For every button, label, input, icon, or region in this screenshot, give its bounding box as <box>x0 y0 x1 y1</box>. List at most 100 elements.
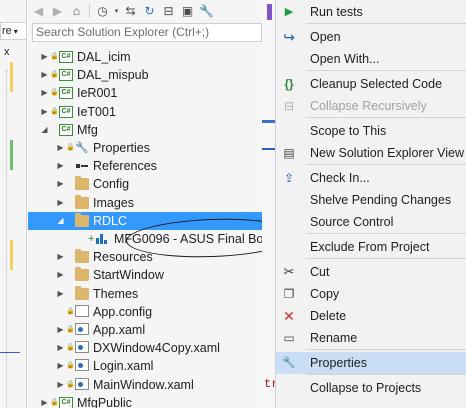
xaml-file-icon <box>75 359 89 372</box>
tree-item-label: Properties <box>93 141 150 155</box>
menu-item-label: Exclude From Project <box>310 240 430 254</box>
menu-item-exclude-from-project[interactable]: Exclude From Project <box>276 236 466 258</box>
lock-icon: 🔒 <box>50 89 59 97</box>
tree-item[interactable]: ▶ 🔒 C# MfgPublic <box>28 394 262 408</box>
tree-item[interactable]: ▶ Images <box>44 194 262 212</box>
menu-item-shelve-pending-changes[interactable]: Shelve Pending Changes <box>276 189 466 211</box>
home-icon[interactable]: ⌂ <box>68 3 85 20</box>
show-all-files-icon[interactable]: ▣ <box>179 3 196 20</box>
csharp-project-icon: C# <box>59 51 73 63</box>
tree-item-label: MainWindow.xaml <box>93 377 194 392</box>
open-arrow-icon: ↪ <box>283 29 295 45</box>
menu-item-label: Properties <box>310 356 367 370</box>
lock-icon: 🔒 <box>66 307 75 315</box>
menu-item-run-tests[interactable]: ▶ Run tests <box>276 1 466 23</box>
expand-arrow-icon[interactable]: ▶ <box>56 339 65 357</box>
change-marker-green <box>10 140 13 170</box>
vs-badge <box>267 4 272 20</box>
menu-item-label: Cut <box>310 265 330 279</box>
tree-item[interactable]: ▶ Config <box>44 175 262 193</box>
menu-item-scope-to-this[interactable]: Scope to This <box>276 120 466 142</box>
tree-item[interactable]: ▶ 🔒 App.xaml <box>44 321 262 339</box>
tree-item[interactable]: 🔒 App.config <box>44 303 262 321</box>
search-input[interactable]: Search Solution Explorer (Ctrl+;) <box>32 23 262 42</box>
expand-arrow-icon[interactable]: ▶ <box>56 376 65 394</box>
expand-arrow-icon[interactable]: ▶ <box>40 394 49 408</box>
csharp-project-icon: C# <box>59 69 73 82</box>
tree-item[interactable]: ▶ 🔒 C# IeR001 <box>28 84 262 102</box>
tree-item[interactable]: ◢ RDLC <box>28 211 262 230</box>
expand-arrow-icon[interactable]: ▶ <box>40 48 49 66</box>
wrench-icon[interactable]: 🔧 <box>198 3 215 20</box>
menu-item-collapse-to-projects[interactable]: Collapse to Projects <box>276 377 466 399</box>
menu-item-source-control[interactable]: Source Control <box>276 211 466 233</box>
tree-item[interactable]: ▶ Resources <box>44 248 262 266</box>
refresh-icon[interactable]: ↻ <box>141 3 158 20</box>
expand-arrow-icon[interactable]: ▶ <box>56 285 65 303</box>
menu-item-check-in[interactable]: ⇪ Check In... <box>276 167 466 189</box>
folder-icon <box>75 194 89 209</box>
tree-item[interactable]: ▶ 🔒 C# IeT001 <box>28 103 262 121</box>
menu-item-delete[interactable]: ✕ Delete <box>276 305 466 327</box>
menu-item-cut[interactable]: ✂ Cut <box>276 261 466 283</box>
expand-arrow-icon[interactable]: ▶ <box>40 103 49 121</box>
tree-item[interactable]: ◢ C# Mfg <box>28 121 262 139</box>
expand-arrow-icon[interactable]: ▶ <box>56 157 65 175</box>
menu-item-new-solution-explorer-view[interactable]: ▤ New Solution Explorer View <box>276 142 466 164</box>
tree-item[interactable]: ▶ 🔒 C# DAL_mispub <box>28 66 262 84</box>
tree-item[interactable]: + MFG0096 - ASUS Final Bo <box>28 230 263 248</box>
expand-arrow-icon[interactable]: ▶ <box>56 175 65 193</box>
expanded-arrow-icon[interactable]: ◢ <box>40 121 49 139</box>
tree-item[interactable]: ▶ 🔒 🔧 Properties <box>44 139 262 157</box>
solution-explorer-toolbar: ◀ ▶ ⌂ ◷ ▾ ⇆ ↻ ⊟ ▣ 🔧 <box>28 0 262 22</box>
tree-item[interactable]: ▶ 🔒 C# DAL_icim <box>28 48 262 66</box>
lock-icon: 🔒 <box>50 398 59 406</box>
expand-arrow-icon[interactable]: ▶ <box>56 357 65 375</box>
history-icon[interactable]: ◷ <box>94 3 111 20</box>
lock-icon: 🔒 <box>50 53 59 60</box>
menu-item-label: Rename <box>310 331 358 345</box>
expand-arrow-icon[interactable]: ▶ <box>40 84 49 102</box>
menu-item-open-with[interactable]: Open With... <box>276 48 466 70</box>
menu-item-rename[interactable]: ▭ Rename <box>276 327 466 349</box>
forward-icon[interactable]: ▶ <box>49 3 66 20</box>
tree-item[interactable]: ▶ Themes <box>44 285 262 303</box>
tree-item[interactable]: ▶ References <box>44 157 262 175</box>
tree-item[interactable]: ▶ 🔒 MainWindow.xaml <box>44 376 262 394</box>
menu-item-cleanup-selected-code[interactable]: {} Cleanup Selected Code <box>276 73 466 95</box>
expand-arrow-icon[interactable]: ▶ <box>56 194 65 212</box>
dropdown-arrow-icon[interactable]: ▾ <box>113 3 120 20</box>
collapse-all-icon[interactable]: ⊟ <box>160 3 177 20</box>
close-file-icon[interactable]: x <box>0 46 27 60</box>
sync-icon[interactable]: ⇆ <box>122 3 139 20</box>
menu-item-properties[interactable]: 🔧 Properties <box>276 352 466 374</box>
expand-arrow-icon[interactable]: ▶ <box>56 248 65 266</box>
config-file-icon <box>75 304 89 317</box>
expand-arrow-icon[interactable]: ▶ <box>56 266 65 284</box>
menu-item-label: Source Control <box>310 215 394 229</box>
menu-item-label: Delete <box>310 309 347 323</box>
tree-item[interactable]: ▶ StartWindow <box>44 266 262 284</box>
menu-item-open[interactable]: ↪ Open <box>276 26 466 48</box>
tree-item-label: App.xaml <box>93 323 146 337</box>
tree-item-label: RDLC <box>93 213 128 228</box>
expand-arrow-icon[interactable]: ▶ <box>40 66 49 84</box>
file-dropdown[interactable]: re ▾ <box>0 22 27 40</box>
tree-item-label: DAL_mispub <box>77 68 149 83</box>
menu-item-copy[interactable]: ❐ Copy <box>276 283 466 305</box>
solution-explorer: ◀ ▶ ⌂ ◷ ▾ ⇆ ↻ ⊟ ▣ 🔧 Search Solution Expl… <box>28 0 299 408</box>
menu-separator <box>306 233 466 234</box>
tree-item-label: MfgPublic <box>77 395 132 408</box>
new-view-icon: ▤ <box>283 146 295 160</box>
back-icon[interactable]: ◀ <box>30 3 47 20</box>
expand-arrow-icon[interactable]: ▶ <box>56 321 65 339</box>
tree-item[interactable]: ▶ 🔒 Login.xaml <box>44 357 262 375</box>
tree-item[interactable]: ▶ 🔒 DXWindow4Copy.xaml <box>44 339 262 357</box>
context-menu: ▶ Run tests ↪ Open Open With... {} Cleanup Sel… <box>275 0 466 408</box>
expanded-arrow-icon[interactable]: ◢ <box>56 212 65 230</box>
tree-item-label: Login.xaml <box>93 359 154 374</box>
menu-separator <box>306 164 466 165</box>
expand-arrow-icon[interactable]: ▶ <box>56 139 65 157</box>
menu-item-label: Collapse to Projects <box>310 381 422 395</box>
lock-icon: 🔒 <box>66 380 75 388</box>
